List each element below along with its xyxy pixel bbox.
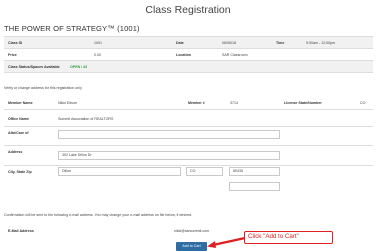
office-name-value: Summit Association of REALTORS: [58, 117, 114, 121]
price-label: Price: [8, 53, 17, 57]
address-label: Address: [8, 150, 23, 154]
status-badge: OPEN / 43: [70, 65, 88, 69]
email-value: nikki@sarsummit.com: [174, 229, 210, 233]
divider: [4, 109, 373, 110]
zip-input[interactable]: 80435: [229, 167, 280, 176]
divider: [4, 145, 373, 146]
member-number-label: Member #: [188, 101, 205, 105]
class-id-label: Class ID: [8, 41, 23, 45]
date-value: 06/06/18: [222, 41, 236, 45]
divider: [4, 48, 373, 49]
attn-label: Attn/Care of: [8, 131, 29, 135]
course-title: THE POWER OF STRATEGY™ (1001): [4, 24, 140, 33]
state-input[interactable]: CO: [186, 167, 223, 176]
member-name-value: Nikki Edson: [58, 101, 77, 105]
city-state-zip-label: City, State Zip: [8, 170, 32, 174]
time-value: 9:00am - 12:00pm: [306, 41, 336, 45]
member-name-label: Member Name: [8, 101, 33, 105]
class-id-value: 1001: [94, 41, 102, 45]
license-state-value: CO: [360, 101, 366, 105]
time-label: Time: [276, 41, 285, 45]
city-input[interactable]: Dillon: [58, 167, 181, 176]
page-title: Class Registration: [145, 4, 231, 16]
license-label: License State/Number: [284, 101, 322, 105]
arrow-icon: [207, 236, 246, 248]
status-label: Class Status/Spaces Available: [8, 65, 60, 69]
date-label: Date: [176, 41, 184, 45]
location-value: SAR Classroom: [222, 53, 248, 57]
instruction-callout: Click "Add to Cart": [244, 231, 333, 244]
attn-input[interactable]: [58, 130, 280, 139]
location-label: Location: [176, 53, 191, 57]
verify-text: Verify or change address for this regist…: [4, 86, 82, 90]
divider: [4, 72, 373, 73]
office-name-label: Office Name: [8, 117, 29, 121]
divider: [4, 126, 373, 127]
zip-extension-input[interactable]: [229, 182, 280, 191]
divider: [4, 165, 373, 166]
add-to-cart-button[interactable]: Add to Cart: [176, 242, 207, 251]
price-value: 0.00: [94, 53, 101, 57]
confirmation-text: Confirmation will be sent to the followi…: [4, 213, 193, 217]
address-input[interactable]: 302 Lake Dillon Dr: [58, 151, 280, 160]
member-number-value: 3714: [230, 101, 238, 105]
email-label: E-Mail Address: [8, 229, 34, 233]
